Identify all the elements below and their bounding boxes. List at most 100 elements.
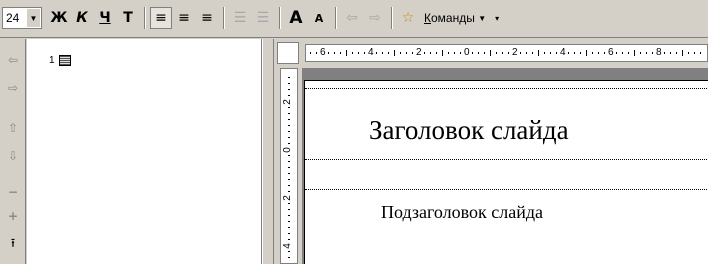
ruler-tick (430, 52, 431, 54)
increase-font-button[interactable]: A (285, 7, 307, 29)
align-center-icon: ≡ (178, 10, 190, 26)
ruler-tick (682, 50, 683, 56)
demote-button[interactable]: ⇨ (364, 7, 386, 29)
ruler-tick (288, 107, 290, 108)
move-up-arrow-icon[interactable]: ⇧ (4, 119, 22, 137)
ruler-tick (346, 50, 347, 56)
ruler-tick (288, 233, 290, 234)
shadow-icon: Т (123, 10, 133, 26)
ruler-tick (472, 52, 473, 54)
ruler-tick (288, 125, 290, 126)
ruler-tick (484, 52, 485, 54)
ruler-tick (288, 137, 290, 138)
ruler-number: 2 (281, 99, 293, 105)
arrow-right-icon: ⇨ (369, 10, 381, 26)
ruler-tick (538, 50, 539, 56)
ruler-tick (288, 191, 290, 192)
ruler-tick (520, 52, 521, 54)
increase-font-icon: A (289, 8, 303, 28)
subtitle-placeholder[interactable]: Подзаголовок слайда (305, 189, 708, 264)
ruler-number: 6 (608, 47, 614, 58)
ruler-tick (288, 83, 290, 84)
vertical-ruler[interactable]: 2024 (280, 68, 298, 264)
animation-effects-button[interactable]: ☆ (397, 7, 419, 29)
collapse-minus-icon[interactable]: − (4, 183, 22, 201)
outline-toolbar: ⇦ ⇨ ⇧ ⇩ − + ⭱ (0, 39, 26, 264)
ruler-tick (412, 52, 413, 54)
ruler-tick (556, 52, 557, 54)
commands-menu-button[interactable]: Команды ▼ (420, 7, 490, 29)
ruler-tick (568, 52, 569, 54)
ruler-tick (400, 52, 401, 54)
ruler-tick (382, 52, 383, 54)
outline-pane[interactable]: 1 (27, 39, 262, 264)
toolbar-separator (223, 7, 225, 29)
numbered-list-icon: ☰ (233, 10, 247, 26)
ruler-tick (288, 203, 290, 204)
ruler-tick (328, 52, 329, 54)
chevron-down-icon[interactable]: ▼ (26, 9, 40, 27)
ruler-tick (288, 167, 290, 168)
ruler-tick (288, 251, 290, 252)
ruler-corner (277, 42, 299, 64)
commands-label: оманды (431, 11, 475, 25)
ruler-tick (586, 50, 587, 56)
ruler-tick (388, 52, 389, 54)
toolbar-options-icon[interactable]: ▾ (491, 7, 503, 29)
title-placeholder[interactable]: Заголовок слайда (305, 88, 708, 160)
ruler-number: 2 (281, 195, 293, 201)
ruler-tick (376, 52, 377, 54)
bold-icon: Ж (50, 10, 68, 26)
ruler-tick (622, 52, 623, 54)
align-right-button[interactable]: ≡ (196, 7, 218, 29)
ruler-tick (490, 50, 491, 56)
ruler-tick (288, 89, 290, 90)
numbering-button[interactable]: ☰ (229, 7, 251, 29)
underline-button[interactable]: Ч (94, 7, 116, 29)
ruler-tick (288, 221, 290, 222)
ruler-tick (550, 52, 551, 54)
pane-splitter[interactable] (262, 39, 274, 264)
ruler-tick (288, 215, 290, 216)
ruler-tick (288, 155, 290, 156)
bullets-button[interactable]: ☰ (252, 7, 274, 29)
summary-slide-icon[interactable]: ⭱ (4, 235, 22, 253)
align-left-button[interactable]: ≡ (150, 7, 172, 29)
promote-button[interactable]: ⇦ (341, 7, 363, 29)
arrow-left-icon: ⇦ (346, 10, 358, 26)
ruler-tick (652, 52, 653, 54)
ruler-tick (406, 52, 407, 54)
font-size-select[interactable]: 24 ▼ (2, 7, 42, 29)
italic-button[interactable]: К (71, 7, 93, 29)
outline-slide-entry[interactable]: 1 (49, 55, 71, 66)
ruler-tick (436, 52, 437, 54)
slide-icon (58, 55, 71, 66)
italic-icon: К (76, 10, 88, 26)
ruler-tick (288, 185, 290, 186)
ruler-tick (288, 113, 290, 114)
shadow-button[interactable]: Т (117, 7, 139, 29)
ruler-tick (496, 52, 497, 54)
promote-arrow-left-icon[interactable]: ⇦ (4, 51, 22, 69)
ruler-number: 2 (416, 47, 422, 58)
ruler-tick (394, 50, 395, 56)
horizontal-ruler[interactable]: 6 4 2 0 2 4 6 8 (305, 44, 708, 62)
bold-button[interactable]: Ж (48, 7, 70, 29)
ruler-number: 8 (656, 47, 662, 58)
ruler-number: 4 (281, 243, 293, 249)
toolbar-separator (391, 7, 393, 29)
decrease-font-button[interactable]: A (308, 7, 330, 29)
align-right-icon: ≡ (201, 10, 213, 26)
ruler-tick (634, 50, 635, 56)
ruler-tick (526, 52, 527, 54)
ruler-tick (442, 50, 443, 56)
ruler-number: 6 (320, 47, 326, 58)
align-center-button[interactable]: ≡ (173, 7, 195, 29)
expand-plus-icon[interactable]: + (4, 207, 22, 225)
ruler-tick (604, 52, 605, 54)
ruler-tick (288, 239, 290, 240)
move-down-arrow-icon[interactable]: ⇩ (4, 147, 22, 165)
demote-arrow-right-icon[interactable]: ⇨ (4, 79, 22, 97)
star-icon: ☆ (401, 10, 415, 26)
align-left-icon: ≡ (155, 10, 167, 26)
